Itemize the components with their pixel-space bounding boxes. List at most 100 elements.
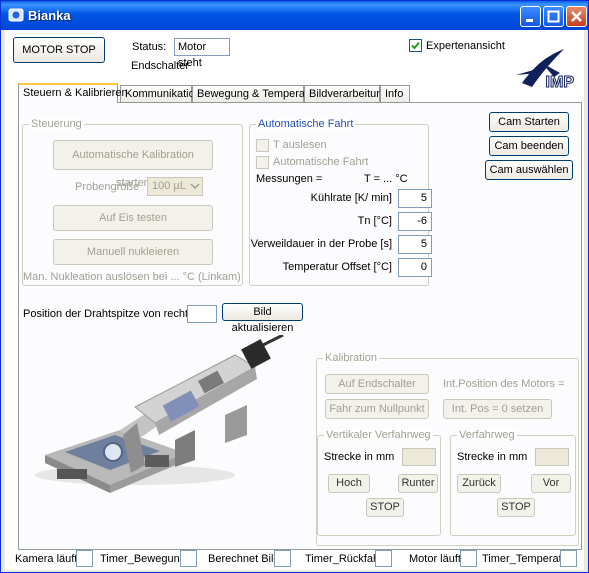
timer-rueckfahrt-indicator (375, 550, 392, 567)
tab-info[interactable]: Info (380, 85, 410, 102)
probe-size-value: 100 µL (152, 180, 186, 192)
motor-laeuft-label: Motor läuft (409, 553, 461, 565)
cam-start-button[interactable]: Cam Starten (489, 112, 569, 132)
calibration-start-button[interactable]: Automatische Kalibration starten (53, 140, 213, 189)
status-label: Status: (132, 41, 167, 53)
timer-temperatur-indicator (560, 550, 577, 567)
runter-label: Runter (401, 477, 435, 489)
maximize-button[interactable] (543, 6, 564, 27)
cam-start-label: Cam Starten (498, 116, 560, 128)
cam-stop-label: Cam beenden (494, 140, 564, 152)
kamera-status-label: Kamera läuft (15, 553, 78, 565)
cam-select-label: Cam auswählen (489, 164, 569, 176)
nullpunkt-button[interactable]: Fahr zum Nullpunkt (325, 399, 429, 419)
verfahrweg-stop-label: STOP (501, 501, 531, 513)
timer-rueckfahrt-label: Timer_Rückfahrt (305, 553, 386, 565)
motor-laeuft-indicator (460, 550, 477, 567)
verfahrweg-strecke-input[interactable] (535, 448, 569, 466)
ice-test-button[interactable]: Auf Eis testen (53, 205, 213, 231)
manual-nucleate-button[interactable]: Manuell nukleieren (53, 239, 213, 265)
probe-size-select[interactable]: 100 µL (147, 177, 203, 196)
ice-test-label: Auf Eis testen (99, 212, 167, 224)
title-bar[interactable]: Bianka (1, 1, 588, 30)
close-button[interactable] (566, 6, 587, 27)
tab-panel: Steuerung Automatische Kalibration start… (18, 102, 582, 550)
tab-label: Kommunikation (125, 88, 201, 100)
status-bar: Kamera läuft Timer_Bewegung Berechnet Bi… (5, 549, 584, 570)
tn-label: Tn [°C] (357, 215, 392, 227)
zurueck-button[interactable]: Zurück (457, 474, 501, 493)
int-pos-zero-button[interactable]: Int. Pos = 0 setzen (443, 399, 552, 419)
tab-bildverarbeitung[interactable]: Bildverarbeitung (304, 85, 389, 102)
steuerung-group: Steuerung Automatische Kalibration start… (22, 118, 243, 286)
temperature-readout: T = ... °C (364, 173, 408, 185)
berechnet-bild-indicator (274, 550, 291, 567)
int-position-label: Int.Position des Motors = (443, 378, 565, 390)
imp-logo: IMP (516, 49, 575, 89)
tab-label: Bildverarbeitung (309, 88, 389, 100)
vertikal-strecke-input[interactable] (402, 448, 436, 466)
expert-checkbox[interactable] (409, 39, 422, 52)
vor-button[interactable]: Vor (531, 474, 571, 493)
vertikal-stop-button[interactable]: STOP (366, 498, 404, 517)
logo-text: IMP (546, 74, 575, 89)
client-area: MOTOR STOP Status: Motor steht Endschalt… (5, 30, 584, 570)
tab-kommunikation[interactable]: Kommunikation (120, 85, 201, 102)
kalibration-caption: Kalibration (323, 352, 379, 364)
messungen-label: Messungen = (256, 173, 323, 185)
endschalter-button-label: Auf Endschalter (338, 378, 416, 390)
app-icon (8, 8, 24, 22)
nucleation-text: Man. Nukleation auslösen bei ... °C (Lin… (23, 271, 241, 283)
auto-drive-group: Automatische Fahrt T auslesen Automatisc… (249, 118, 432, 286)
verweildauer-label: Verweildauer in der Probe [s] (250, 238, 392, 250)
timer-bewegung-indicator (180, 550, 197, 567)
cam-select-button[interactable]: Cam auswählen (485, 160, 573, 180)
t-auslesen-checkbox[interactable] (256, 139, 269, 152)
chevron-down-icon (190, 183, 200, 190)
vertikal-group: Vertikaler Verfahrweg Strecke in mm Hoch… (317, 429, 441, 536)
runter-button[interactable]: Runter (398, 474, 438, 493)
minimize-button[interactable] (520, 6, 541, 27)
kamera-status-indicator (76, 550, 93, 567)
auto-drive-caption: Automatische Fahrt (256, 118, 356, 130)
temp-offset-input[interactable]: 0 (398, 258, 432, 277)
expert-label: Expertenansicht (426, 40, 505, 52)
motor-stop-button[interactable]: MOTOR STOP (13, 37, 105, 63)
verweildauer-input[interactable]: 5 (398, 235, 432, 254)
probe-size-label: Probengröße (75, 181, 140, 193)
cam-stop-button[interactable]: Cam beenden (489, 136, 569, 156)
endschalter-button[interactable]: Auf Endschalter (325, 374, 429, 394)
tn-input[interactable]: -6 (398, 212, 432, 231)
verfahrweg-strecke-label: Strecke in mm (457, 451, 528, 463)
drahtspitze-input[interactable] (187, 305, 217, 323)
status-field: Motor steht (174, 38, 230, 69)
tab-label: Info (385, 88, 404, 100)
app-window: Bianka MOTOR STOP Status: Motor steht En… (0, 0, 589, 573)
tab-steuern[interactable]: Steuern & Kalibrieren (18, 83, 128, 103)
zurueck-label: Zurück (462, 477, 496, 489)
kalibration-group: Kalibration Auf Endschalter Int.Position… (316, 352, 579, 546)
tab-bewegung[interactable]: Bewegung & Temperatur (192, 85, 318, 102)
verfahrweg-stop-button[interactable]: STOP (497, 498, 535, 517)
manual-nucleate-label: Manuell nukleieren (86, 246, 180, 258)
auto-fahrt-checkbox[interactable] (256, 156, 269, 169)
vor-label: Vor (542, 477, 560, 489)
tab-label: Bewegung & Temperatur (197, 88, 318, 100)
endschalter-label: Endschalter (131, 60, 190, 72)
kuehlrate-label: Kühlrate [K/ min] (310, 192, 392, 204)
vertikal-stop-label: STOP (370, 501, 400, 513)
vertikal-caption: Vertikaler Verfahrweg (324, 429, 433, 441)
t-auslesen-label: T auslesen (273, 139, 327, 151)
kuehlrate-input[interactable]: 5 (398, 189, 432, 208)
check-icon (411, 41, 420, 50)
auto-fahrt-label: Automatische Fahrt (273, 156, 369, 168)
window-title: Bianka (28, 8, 71, 23)
timer-temperatur-label: Timer_Temperatur (482, 553, 572, 565)
refresh-image-button[interactable]: Bild aktualisieren (222, 303, 303, 334)
nullpunkt-button-label: Fahr zum Nullpunkt (329, 403, 425, 415)
tab-label: Steuern & Kalibrieren (23, 87, 128, 99)
motor-stop-label: MOTOR STOP (22, 44, 96, 56)
vertikal-strecke-label: Strecke in mm (324, 451, 395, 463)
int-pos-zero-label: Int. Pos = 0 setzen (451, 403, 544, 415)
hoch-button[interactable]: Hoch (328, 474, 370, 493)
